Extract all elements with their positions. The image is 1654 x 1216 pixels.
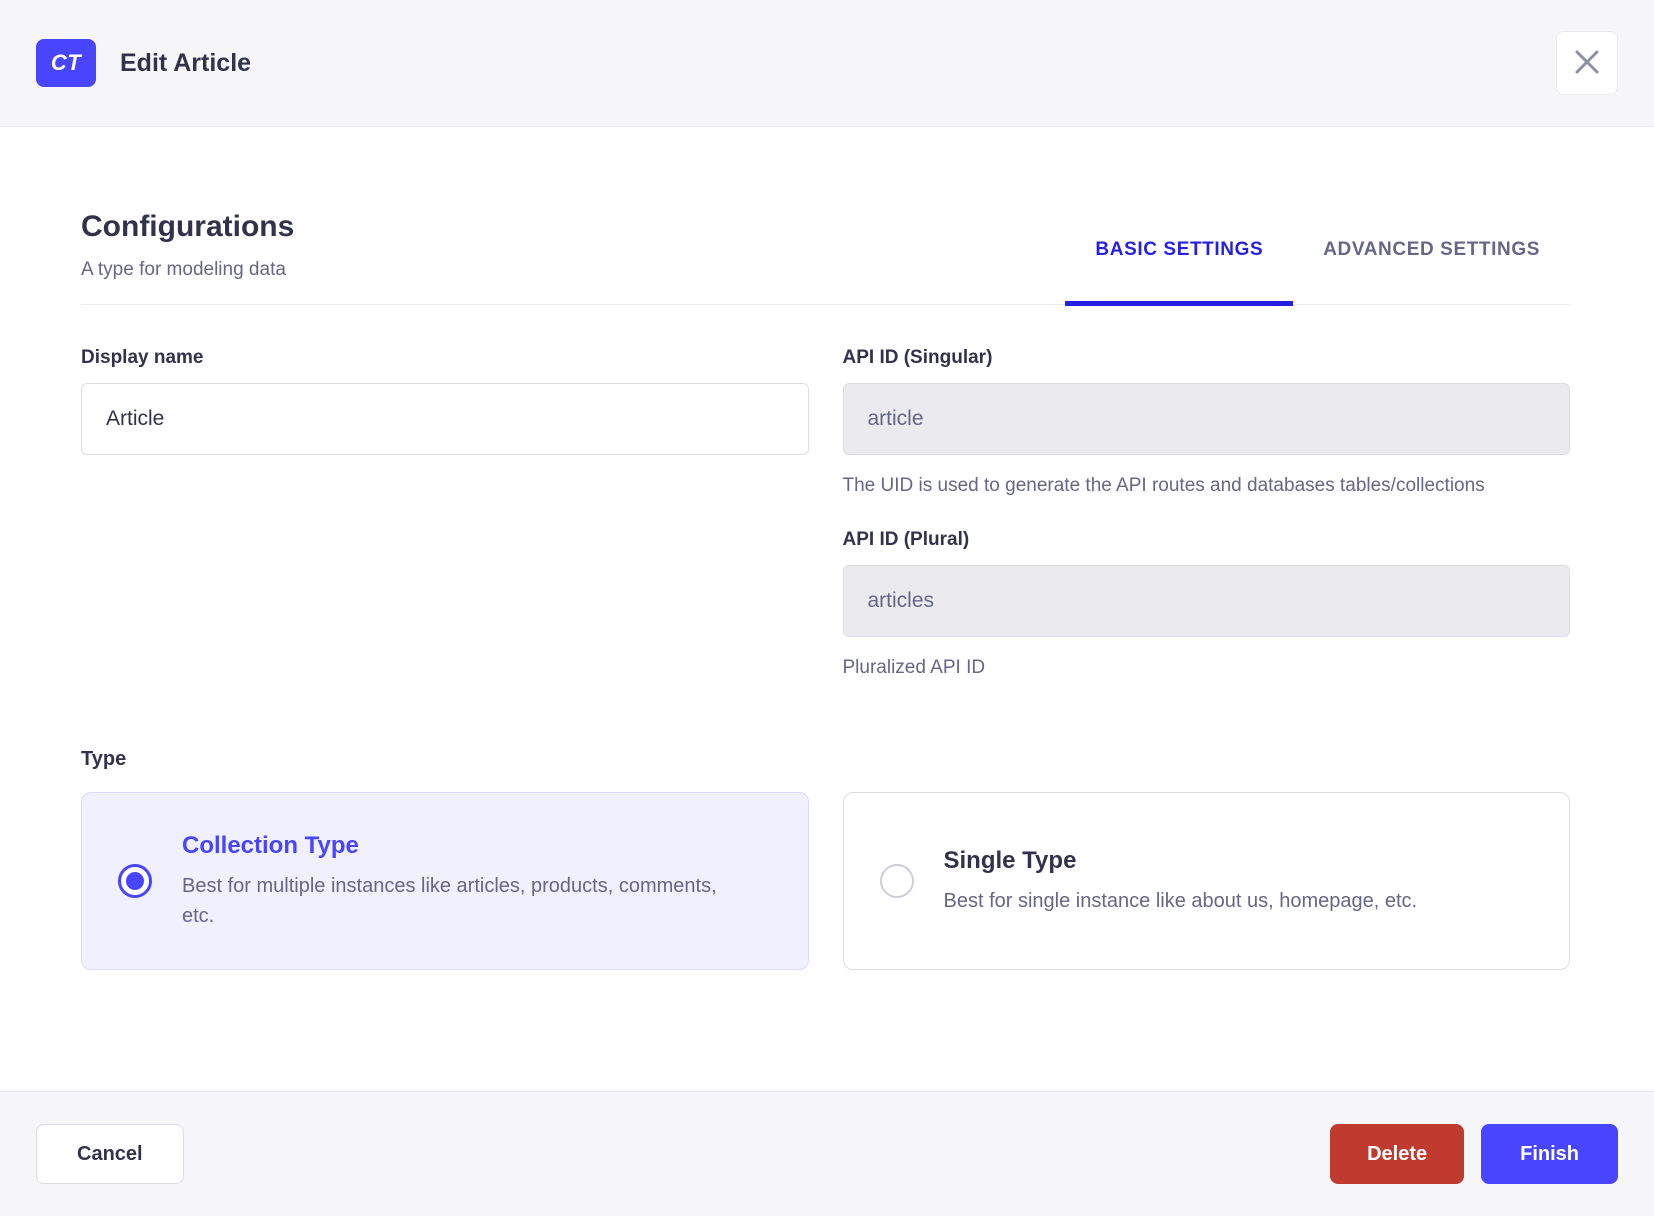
api-id-singular-helper: The UID is used to generate the API rout… bbox=[842, 475, 1485, 496]
api-id-plural-label: API ID (Plural) bbox=[842, 529, 970, 550]
close-button[interactable] bbox=[1556, 31, 1618, 95]
cancel-button[interactable]: Cancel bbox=[36, 1124, 184, 1184]
close-icon bbox=[1574, 49, 1600, 78]
tab-advanced-settings-label: ADVANCED SETTINGS bbox=[1323, 239, 1540, 260]
settings-tabs: BASIC SETTINGS ADVANCED SETTINGS bbox=[1065, 238, 1570, 306]
modal-body: Configurations A type for modeling data … bbox=[0, 127, 1654, 1091]
api-id-plural-field-group: API ID (Plural) Pluralized API ID bbox=[842, 529, 1570, 683]
type-label: Type bbox=[81, 748, 127, 770]
collection-type-texts: Collection Type Best for multiple instan… bbox=[182, 831, 727, 931]
api-id-singular-field-group: API ID (Singular) The UID is used to gen… bbox=[842, 347, 1570, 501]
modal-footer: Cancel Delete Finish bbox=[0, 1091, 1654, 1216]
finish-button[interactable]: Finish bbox=[1481, 1124, 1618, 1184]
radio-dot-icon bbox=[126, 872, 144, 890]
tab-basic-settings[interactable]: BASIC SETTINGS bbox=[1065, 238, 1294, 306]
form-right-column: API ID (Singular) The UID is used to gen… bbox=[842, 347, 1570, 683]
api-id-plural-helper: Pluralized API ID bbox=[842, 657, 986, 678]
collection-type-title: Collection Type bbox=[182, 832, 359, 859]
content-type-badge-label: CT bbox=[50, 50, 82, 75]
type-section: Type Collection Type Best for multiple i… bbox=[81, 747, 1570, 970]
type-options: Collection Type Best for multiple instan… bbox=[81, 792, 1570, 970]
page-subtitle: A type for modeling data bbox=[81, 259, 286, 280]
modal-header: CT Edit Article bbox=[0, 0, 1654, 127]
modal-title: Edit Article bbox=[120, 48, 252, 77]
page-title: Configurations bbox=[81, 210, 295, 243]
radio-single-type[interactable] bbox=[879, 864, 914, 898]
content-type-badge: CT bbox=[36, 39, 96, 87]
api-id-singular-input bbox=[842, 383, 1570, 455]
section-titles: Configurations A type for modeling data bbox=[81, 210, 294, 304]
tab-advanced-settings[interactable]: ADVANCED SETTINGS bbox=[1293, 238, 1570, 304]
single-type-description: Best for single instance like about us, … bbox=[943, 890, 1418, 912]
type-card-single-type[interactable]: Single Type Best for single instance lik… bbox=[842, 792, 1570, 970]
api-id-singular-label: API ID (Singular) bbox=[842, 347, 993, 368]
footer-right-actions: Delete Finish bbox=[1330, 1124, 1618, 1184]
collection-type-description: Best for multiple instances like article… bbox=[182, 875, 717, 927]
edit-article-modal: CT Edit Article Configurations A type fo… bbox=[0, 0, 1654, 1216]
radio-collection-type[interactable] bbox=[118, 864, 152, 898]
display-name-input[interactable] bbox=[81, 383, 809, 455]
section-header: Configurations A type for modeling data … bbox=[81, 210, 1570, 306]
delete-button[interactable]: Delete bbox=[1330, 1124, 1465, 1184]
type-card-collection-type[interactable]: Collection Type Best for multiple instan… bbox=[81, 792, 809, 970]
single-type-texts: Single Type Best for single instance lik… bbox=[944, 846, 1418, 916]
display-name-field-group: Display name bbox=[81, 347, 809, 455]
tab-basic-settings-label: BASIC SETTINGS bbox=[1095, 239, 1264, 260]
display-name-label: Display name bbox=[81, 347, 204, 368]
form-left-column: Display name bbox=[81, 347, 809, 683]
api-id-plural-input bbox=[842, 565, 1570, 637]
configuration-form: Display name API ID (Singular) The UID i… bbox=[81, 347, 1570, 683]
single-type-title: Single Type bbox=[943, 847, 1077, 874]
